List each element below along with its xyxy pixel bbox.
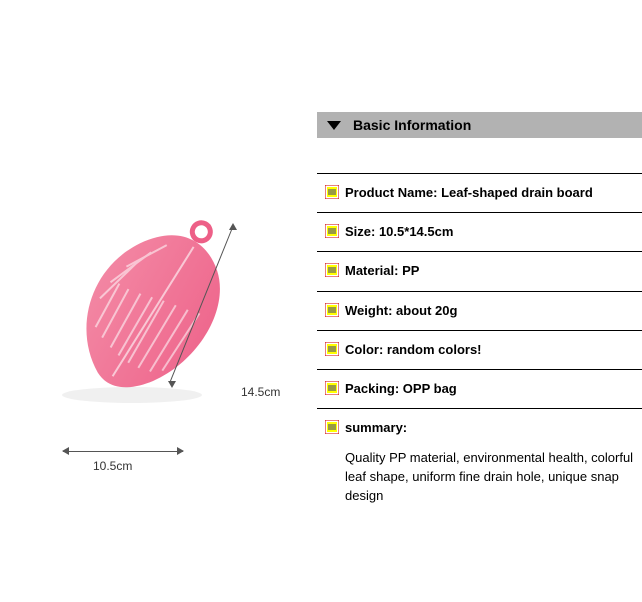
row-text: Product Name: Leaf-shaped drain board	[345, 184, 593, 202]
triangle-down-icon	[327, 121, 341, 130]
note-icon	[325, 224, 339, 238]
row-text: Size: 10.5*14.5cm	[345, 223, 453, 241]
dimension-line	[63, 451, 183, 452]
row-text: Packing: OPP bag	[345, 380, 457, 398]
summary-body: Quality PP material, environmental healt…	[345, 449, 642, 506]
info-row-packing: Packing: OPP bag	[317, 370, 642, 409]
dimension-width-label: 10.5cm	[93, 459, 132, 473]
info-row-material: Material: PP	[317, 252, 642, 291]
summary-title: summary:	[345, 419, 407, 437]
arrow-right-icon	[177, 447, 184, 455]
product-image-area: 10.5cm 14.5cm	[18, 185, 308, 505]
dimension-height: 14.5cm	[213, 225, 293, 425]
row-text: Color: random colors!	[345, 341, 482, 359]
dimension-height-label: 14.5cm	[241, 385, 280, 399]
note-icon	[325, 381, 339, 395]
info-header-bar: Basic Information	[317, 112, 642, 138]
note-icon	[325, 263, 339, 277]
info-row-product-name: Product Name: Leaf-shaped drain board	[317, 174, 642, 213]
info-row-size: Size: 10.5*14.5cm	[317, 213, 642, 252]
info-row-color: Color: random colors!	[317, 331, 642, 370]
dimension-width: 10.5cm	[63, 445, 193, 475]
note-icon	[325, 342, 339, 356]
page: Basic Information Product Name: Leaf-sha…	[0, 0, 642, 602]
arrow-left-icon	[62, 447, 69, 455]
info-header-title: Basic Information	[353, 117, 471, 133]
arrow-up-icon	[229, 223, 237, 230]
info-row-weight: Weight: about 20g	[317, 292, 642, 331]
info-row-summary: summary:	[317, 409, 642, 445]
note-icon	[325, 420, 339, 434]
arrow-down-icon	[168, 381, 176, 388]
note-icon	[325, 185, 339, 199]
row-text: Material: PP	[345, 262, 419, 280]
row-text: Weight: about 20g	[345, 302, 457, 320]
note-icon	[325, 303, 339, 317]
info-table: Product Name: Leaf-shaped drain board Si…	[317, 173, 642, 506]
